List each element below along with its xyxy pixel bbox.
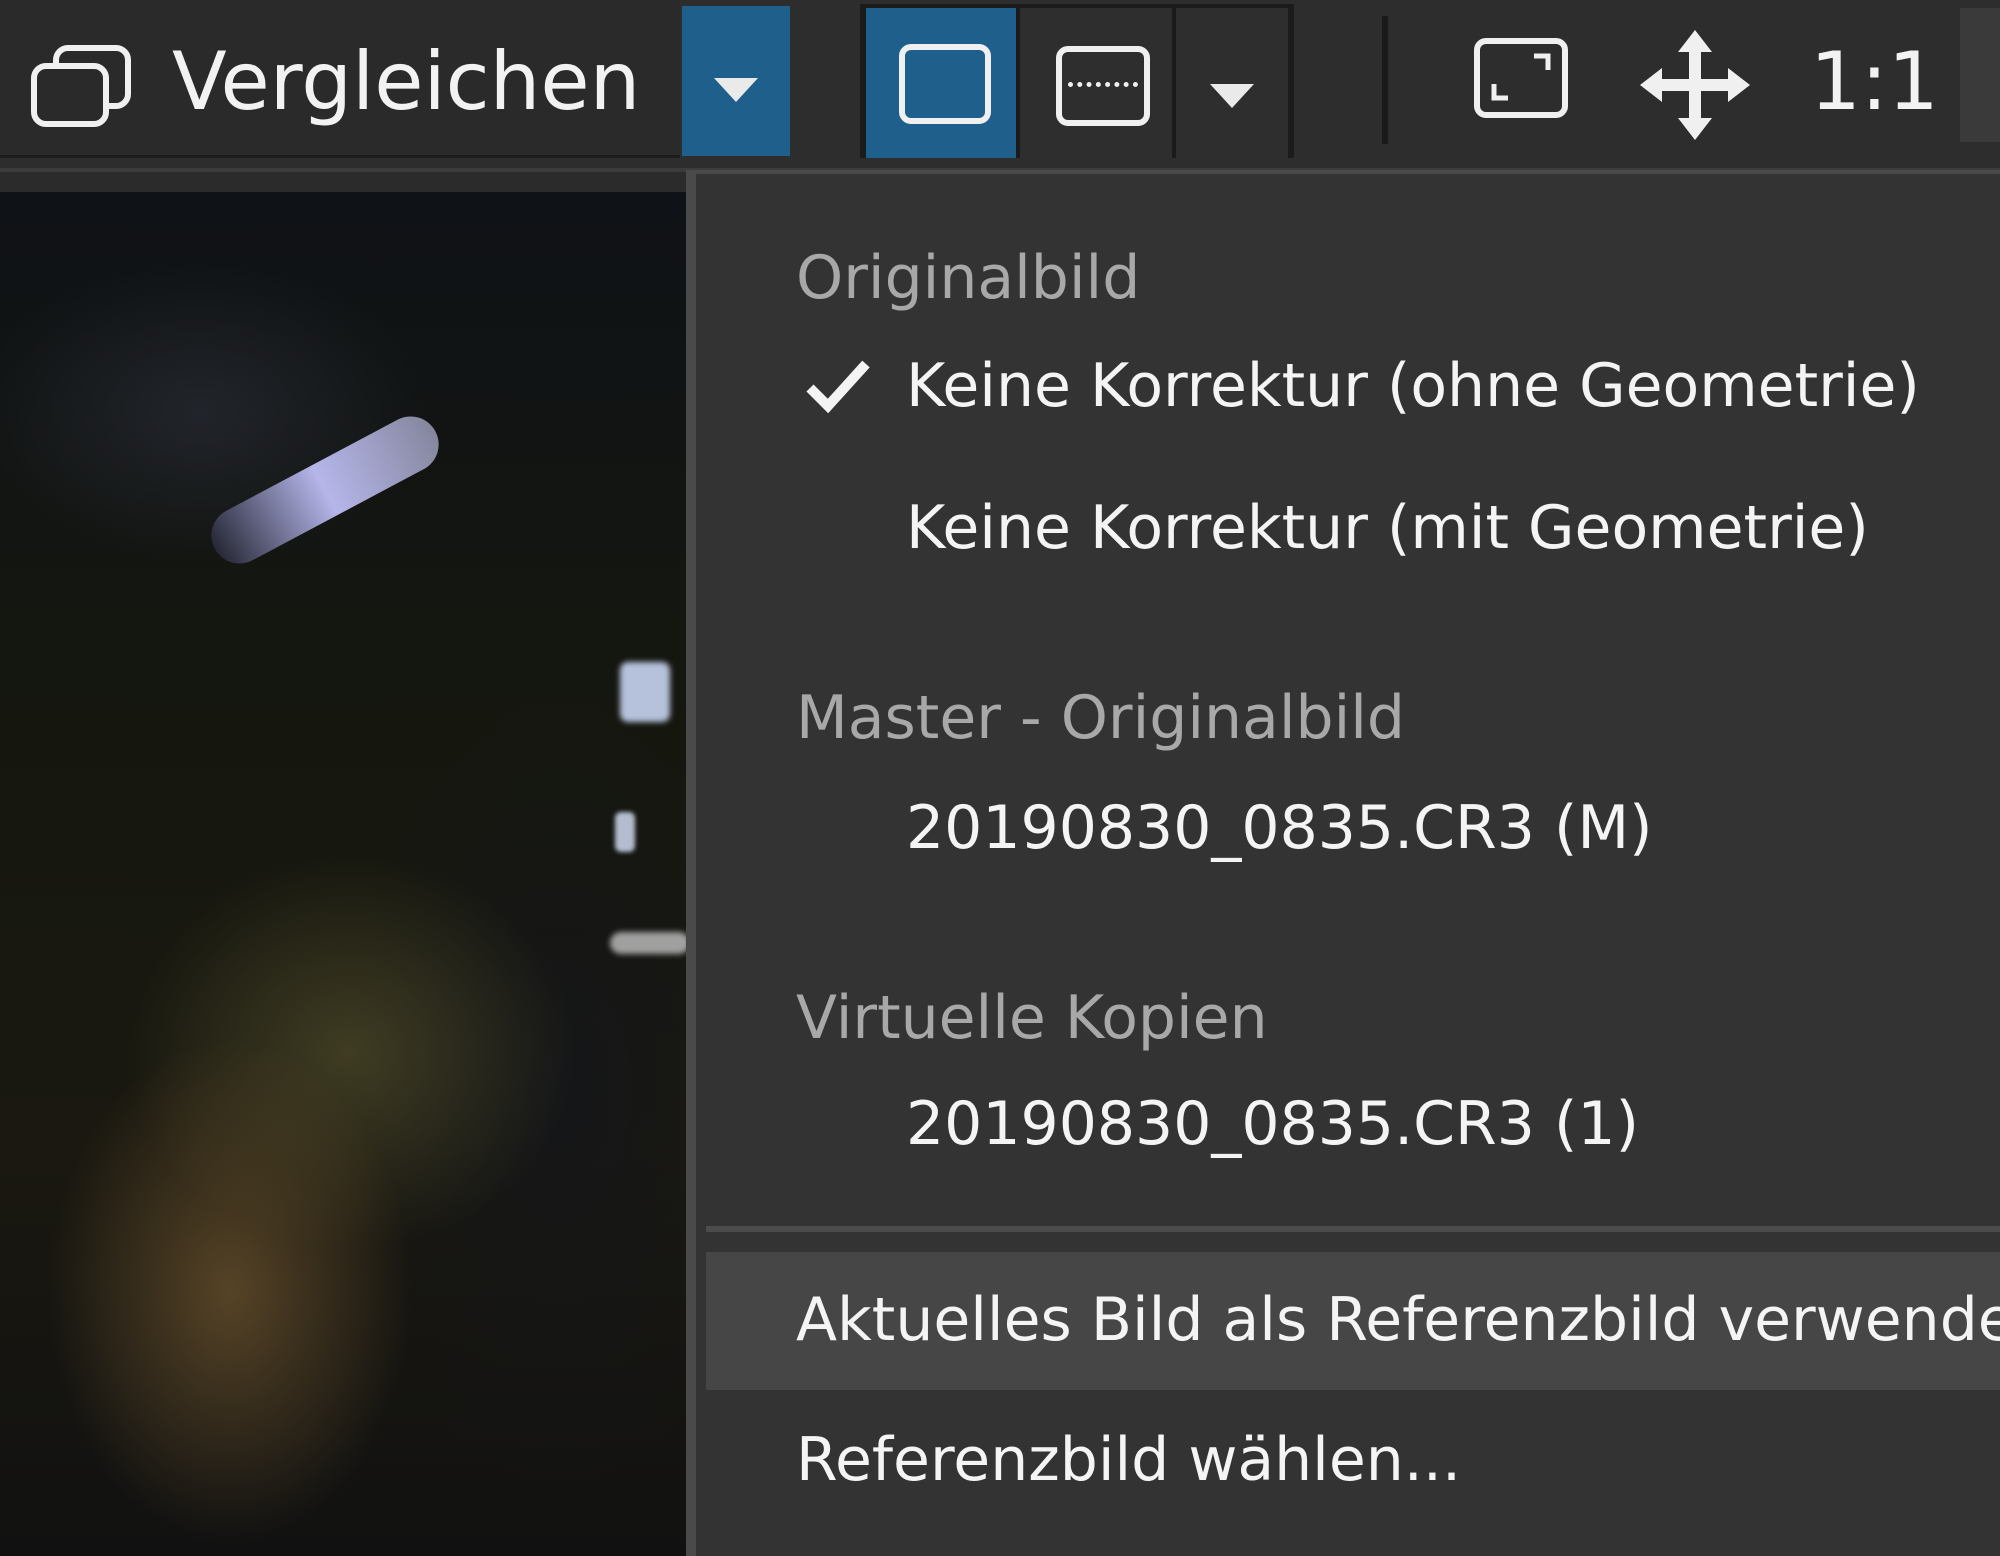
split-view-icon	[1056, 46, 1150, 126]
menu-item-label: Referenzbild wählen...	[796, 1425, 1462, 1495]
menu-section-header: Originalbild	[796, 243, 1141, 313]
menu-section-header: Master - Originalbild	[796, 683, 1405, 753]
compare-button[interactable]: Vergleichen	[0, 0, 680, 158]
single-view-icon	[899, 44, 991, 124]
view-mode-dropdown-button[interactable]	[1176, 8, 1288, 158]
fit-to-screen-icon	[1474, 38, 1568, 118]
check-icon	[806, 360, 870, 414]
menu-item-virtual-copy[interactable]: 20190830_0835.CR3 (1)	[696, 1064, 2000, 1184]
menu-item-label: Aktuelles Bild als Referenzbild verwende…	[796, 1285, 2000, 1355]
chevron-down-icon	[714, 78, 758, 102]
chevron-down-icon	[1210, 84, 1254, 108]
split-view-button[interactable]	[1020, 8, 1172, 158]
move-button[interactable]	[1640, 30, 1750, 140]
photo-detail	[620, 662, 670, 722]
toolbar: Vergleichen 1:1	[0, 0, 2000, 172]
menu-item-label: Keine Korrektur (ohne Geometrie)	[906, 351, 1920, 421]
compare-label: Vergleichen	[172, 35, 641, 128]
move-arrows-icon	[1640, 30, 1750, 140]
compare-dropdown-menu: Originalbild Keine Korrektur (ohne Geome…	[686, 170, 2000, 1556]
menu-item-no-correction-without-geometry[interactable]: Keine Korrektur (ohne Geometrie)	[696, 326, 2000, 446]
toolbar-separator	[1382, 16, 1388, 144]
photo-detail	[610, 932, 690, 954]
menu-item-label: 20190830_0835.CR3 (1)	[906, 1089, 1639, 1159]
zoom-1-1-button[interactable]: 1:1	[1810, 32, 1939, 132]
view-mode-group	[860, 4, 1294, 158]
compare-dropdown-button[interactable]	[682, 6, 790, 156]
menu-item-no-correction-with-geometry[interactable]: Keine Korrektur (mit Geometrie)	[696, 468, 2000, 588]
single-view-button[interactable]	[866, 8, 1016, 158]
compare-layers-icon	[31, 45, 131, 127]
fit-to-screen-button[interactable]	[1468, 30, 1578, 140]
photo-preview[interactable]	[0, 192, 690, 1556]
menu-item-choose-reference[interactable]: Referenzbild wählen...	[706, 1392, 2000, 1530]
toolbar-overflow	[1960, 8, 2000, 142]
photo-detail	[201, 406, 449, 574]
menu-item-label: Keine Korrektur (mit Geometrie)	[906, 493, 1869, 563]
menu-item-label: 20190830_0835.CR3 (M)	[906, 793, 1653, 863]
photo-detail	[615, 812, 635, 852]
menu-divider	[706, 1226, 2000, 1232]
menu-item-master-file[interactable]: 20190830_0835.CR3 (M)	[696, 768, 2000, 888]
menu-section-header: Virtuelle Kopien	[796, 983, 1268, 1053]
menu-item-use-current-as-reference[interactable]: Aktuelles Bild als Referenzbild verwende…	[706, 1252, 2000, 1390]
